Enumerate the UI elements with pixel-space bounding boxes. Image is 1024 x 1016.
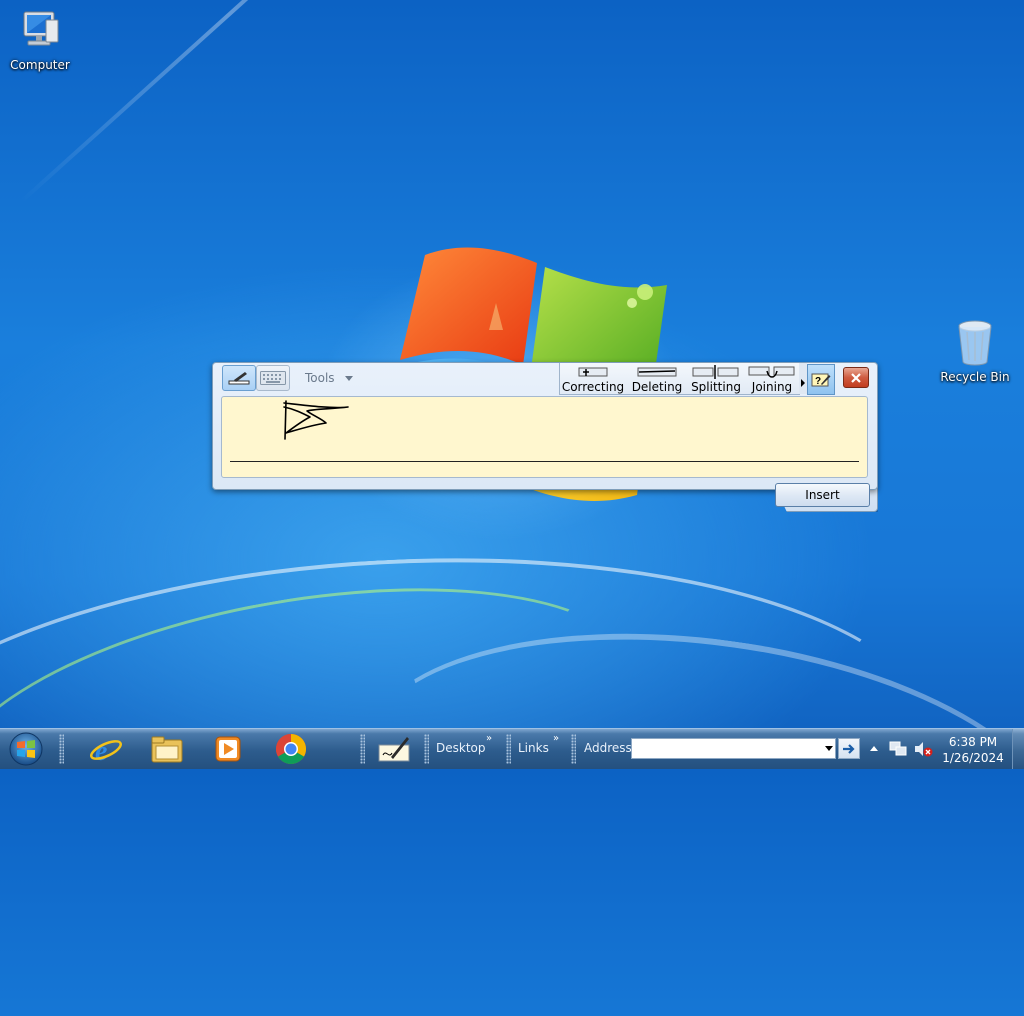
ink-stroke [283, 400, 349, 440]
show-hidden-icons[interactable] [870, 746, 878, 751]
light-arc [341, 592, 1024, 997]
desktop-toolbar-chevron[interactable]: » [486, 733, 492, 744]
close-button[interactable] [843, 367, 869, 388]
joining-gesture-icon [748, 366, 795, 378]
chevron-down-icon[interactable] [825, 746, 833, 751]
pen-pad-icon [228, 372, 250, 385]
toolbar-grip[interactable] [571, 734, 576, 764]
tablet-input-panel-icon [378, 737, 410, 762]
toolbar-grip[interactable] [424, 734, 429, 764]
input-panel-body: Tools Correcting Deleting Splitting Join… [212, 362, 878, 490]
show-desktop-button[interactable] [1012, 729, 1024, 769]
desktop-icon-label: Computer [10, 58, 70, 72]
windows-explorer-icon [151, 736, 183, 763]
desktop-icon-recycle-bin[interactable]: Recycle Bin [935, 318, 1015, 384]
splitting-gesture-icon [692, 365, 739, 379]
svg-text:?: ? [815, 376, 821, 387]
correcting-gesture-icon [578, 367, 608, 377]
gesture-label: Correcting [561, 380, 625, 394]
gesture-label: Joining [751, 380, 793, 394]
taskbar-internet-explorer[interactable]: e [78, 731, 134, 767]
help-button[interactable]: ? [807, 364, 835, 395]
writing-baseline [230, 461, 859, 462]
deleting-gesture-icon [637, 367, 677, 377]
desktop-icon-label: Recycle Bin [940, 370, 1010, 384]
keyboard-icon [260, 371, 286, 385]
writing-pad-button[interactable] [222, 365, 256, 391]
gesture-joining[interactable]: Joining [744, 363, 800, 394]
taskbar-media-player[interactable] [200, 731, 256, 767]
recycle-bin-icon [958, 320, 992, 366]
toolbar-grip[interactable] [59, 734, 64, 764]
clock-date: 1/26/2024 [942, 751, 1004, 765]
close-icon [851, 372, 861, 383]
start-orb-icon [9, 732, 43, 766]
arrow-right-icon [843, 743, 855, 754]
tablet-input-panel: Tools Correcting Deleting Splitting Join… [212, 362, 878, 512]
computer-icon [23, 11, 59, 46]
gesture-splitting[interactable]: Splitting [688, 363, 744, 394]
clock-time: 6:38 PM [948, 735, 998, 749]
gesture-correcting[interactable]: Correcting [560, 363, 626, 394]
light-arc [0, 531, 957, 1016]
start-button[interactable] [6, 730, 46, 768]
svg-text:e: e [95, 736, 107, 765]
toolbar-grip[interactable] [360, 734, 365, 764]
touch-keyboard-button[interactable] [256, 365, 290, 391]
writing-pad[interactable] [221, 396, 868, 478]
address-toolbar-label: Address [584, 741, 632, 755]
links-toolbar-chevron[interactable]: » [553, 733, 559, 744]
gesture-label: Deleting [631, 380, 683, 394]
links-toolbar-label[interactable]: Links [518, 741, 549, 755]
help-pen-icon: ? [811, 373, 831, 387]
desktop-icon-computer[interactable]: Computer [0, 8, 80, 72]
address-input[interactable] [631, 738, 836, 759]
gesture-deleting[interactable]: Deleting [626, 363, 688, 394]
toolbar-grip[interactable] [506, 734, 511, 764]
chrome-icon [275, 734, 307, 765]
desktop-toolbar-label[interactable]: Desktop [436, 741, 486, 755]
volume-muted-icon[interactable] [913, 741, 933, 757]
chevron-down-icon [344, 376, 353, 381]
taskbar-tablet-input-panel[interactable] [366, 731, 422, 767]
gesture-label: Splitting [691, 380, 741, 394]
gesture-scroll-arrow[interactable] [799, 363, 807, 394]
insert-button[interactable]: Insert [775, 483, 870, 507]
gesture-help-bar: Correcting Deleting Splitting Joining [559, 363, 800, 395]
address-go-button[interactable] [838, 738, 860, 759]
light-beam [20, 0, 439, 203]
tools-menu-label: Tools [305, 371, 335, 385]
taskbar-chrome[interactable] [263, 731, 319, 767]
taskbar-windows-explorer[interactable] [139, 731, 195, 767]
internet-explorer-icon: e [90, 736, 122, 765]
tools-menu[interactable]: Tools [305, 371, 353, 385]
network-icon[interactable] [889, 741, 907, 757]
taskbar: e Desktop » Links » Address 6:38 PM 1/26… [0, 728, 1024, 769]
media-player-icon [215, 736, 241, 762]
clock[interactable]: 6:38 PM 1/26/2024 [940, 734, 1006, 766]
